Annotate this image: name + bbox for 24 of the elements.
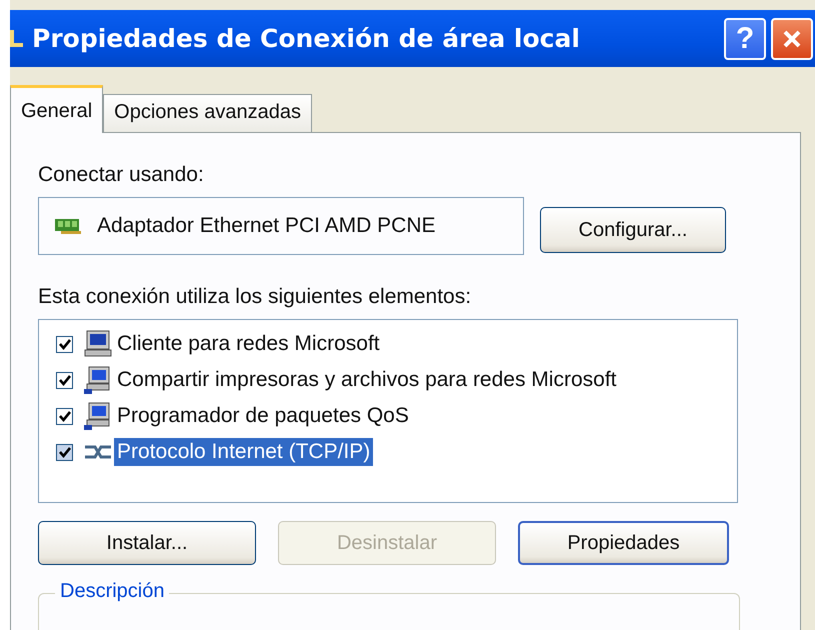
list-item[interactable]: Programador de paquetes QoS	[114, 402, 412, 430]
window-title: Propiedades de Conexión de área local	[32, 24, 580, 53]
network-icon	[10, 28, 24, 50]
checkbox[interactable]	[56, 372, 73, 388]
tab[interactable]: Opciones avanzadas	[103, 94, 312, 132]
network-card-icon	[55, 217, 83, 235]
action-button[interactable]: Instalar...	[38, 521, 256, 565]
section-label: Esta conexión utiliza los siguientes elementos:	[38, 285, 472, 309]
close-button[interactable]	[771, 18, 813, 60]
close-icon	[781, 28, 803, 50]
list-item[interactable]: Protocolo Internet (TCP/IP)	[114, 438, 374, 466]
adapter-name: Adaptador Ethernet PCI AMD PCNE	[97, 214, 436, 238]
list-item[interactable]: Compartir impresoras y archivos para redes Microsoft	[114, 366, 620, 394]
section-label: Conectar usando:	[38, 163, 205, 187]
list-item[interactable]: Cliente para redes Microsoft	[114, 330, 383, 358]
checkbox[interactable]	[56, 336, 73, 352]
action-button[interactable]: Propiedades	[518, 521, 729, 565]
configure-button[interactable]: Configurar...	[540, 207, 726, 253]
checkbox[interactable]	[56, 444, 73, 460]
tab[interactable]: General	[10, 85, 104, 133]
checkbox[interactable]	[56, 408, 73, 424]
group-legend: Descripción	[55, 580, 170, 603]
help-button[interactable]: ?	[724, 18, 766, 60]
computer-icon	[83, 329, 113, 359]
